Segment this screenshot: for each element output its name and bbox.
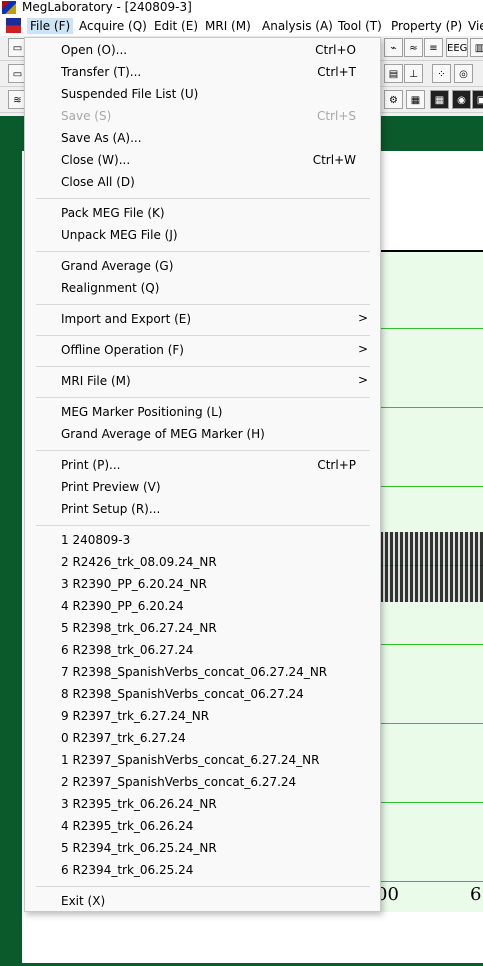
recent-file-item[interactable]: 2 R2426_trk_08.09.24_NR <box>25 551 380 573</box>
menu-separator <box>36 450 370 451</box>
menu-separator <box>36 525 370 526</box>
menu-separator <box>36 397 370 398</box>
eeg-button[interactable]: EEG <box>446 38 468 57</box>
waveform-trace <box>380 532 483 602</box>
menu-item-import-export[interactable]: Import and Export (E) > <box>25 308 380 330</box>
menu-item-exit[interactable]: Exit (X) <box>25 890 380 912</box>
x-tick-label: 6 <box>470 884 482 905</box>
target-icon[interactable]: ◎ <box>454 64 473 83</box>
settings-icon[interactable]: ⚙ <box>384 90 403 109</box>
gridline <box>380 407 483 408</box>
menu-item-realignment[interactable]: Realignment (Q) <box>25 277 380 299</box>
menu-item-unpack-meg-file[interactable]: Unpack MEG File (J) <box>25 224 380 246</box>
menu-acquire[interactable]: Acquire (Q) <box>76 18 150 34</box>
box-icon[interactable]: ▣ <box>472 90 483 109</box>
menu-analysis[interactable]: Analysis (A) <box>259 18 336 34</box>
menu-property[interactable]: Property (P) <box>388 18 465 34</box>
app-icon <box>2 1 16 14</box>
menu-tool[interactable]: Tool (T) <box>335 18 385 34</box>
menu-item-close-all[interactable]: Close All (D) <box>25 171 380 193</box>
menu-separator <box>36 198 370 199</box>
menu-separator <box>36 366 370 367</box>
recent-file-item[interactable]: 9 R2397_trk_6.27.24_NR <box>25 705 380 727</box>
layers-icon[interactable]: ▤ <box>384 64 403 83</box>
menu-item-save-as[interactable]: Save As (A)... <box>25 127 380 149</box>
gridline <box>380 486 483 487</box>
signal-icon[interactable]: ⌁ <box>384 38 403 57</box>
menu-item-offline-operation[interactable]: Offline Operation (F) > <box>25 339 380 361</box>
menu-separator <box>36 304 370 305</box>
menu-item-save[interactable]: Save (S) Ctrl+S <box>25 105 380 127</box>
menu-item-transfer[interactable]: Transfer (T)... Ctrl+T <box>25 61 380 83</box>
menu-item-grand-average[interactable]: Grand Average (G) <box>25 255 380 277</box>
axis-icon[interactable]: ⊥ <box>404 64 423 83</box>
chevron-right-icon: > <box>357 373 368 387</box>
recent-file-item[interactable]: 2 R2397_SpanishVerbs_concat_6.27.24 <box>25 771 380 793</box>
menu-file[interactable]: File (F) <box>27 18 74 34</box>
menu-separator <box>36 335 370 336</box>
menu-item-print-setup[interactable]: Print Setup (R)... <box>25 498 380 520</box>
gridline <box>380 644 483 645</box>
dial-icon[interactable]: ◉ <box>452 90 471 109</box>
recent-file-item[interactable]: 1 240809-3 <box>25 529 380 551</box>
recent-file-item[interactable]: 0 R2397_trk_6.27.24 <box>25 727 380 749</box>
recent-file-item[interactable]: 7 R2398_SpanishVerbs_concat_06.27.24_NR <box>25 661 380 683</box>
wave-icon[interactable]: ≈ <box>404 38 423 57</box>
menu-item-mri-file[interactable]: MRI File (M) > <box>25 370 380 392</box>
gridline <box>380 802 483 803</box>
chevron-right-icon: > <box>357 311 368 325</box>
menu-item-pack-meg-file[interactable]: Pack MEG File (K) <box>25 202 380 224</box>
recent-file-item[interactable]: 5 R2398_trk_06.27.24_NR <box>25 617 380 639</box>
recent-file-item[interactable]: 8 R2398_SpanishVerbs_concat_06.27.24 <box>25 683 380 705</box>
recent-file-item[interactable]: 4 R2390_PP_6.20.24 <box>25 595 380 617</box>
dots-icon[interactable]: ⁘ <box>432 64 451 83</box>
gridline <box>380 328 483 329</box>
grid-icon[interactable]: ▦ <box>406 90 425 109</box>
recent-file-item[interactable]: 6 R2398_trk_06.27.24 <box>25 639 380 661</box>
recent-file-item[interactable]: 6 R2394_trk_06.25.24 <box>25 859 380 881</box>
menu-view[interactable]: Vie <box>465 18 483 34</box>
window-title: MegLaboratory - [240809-3] <box>22 0 192 14</box>
gridline <box>380 723 483 724</box>
grid-dark-icon[interactable]: ▦ <box>430 90 449 109</box>
menu-item-meg-marker-positioning[interactable]: MEG Marker Positioning (L) <box>25 401 380 423</box>
recent-file-item[interactable]: 1 R2397_SpanishVerbs_concat_6.27.24_NR <box>25 749 380 771</box>
recent-file-item[interactable]: 5 R2394_trk_06.25.24_NR <box>25 837 380 859</box>
gridline <box>380 881 483 882</box>
title-bar: MegLaboratory - [240809-3] <box>0 0 483 16</box>
menu-bar: File (F) Acquire (Q) Edit (E) MRI (M) An… <box>0 16 483 36</box>
menu-item-open[interactable]: Open (O)... Ctrl+O <box>25 39 380 61</box>
menu-separator <box>36 886 370 887</box>
layout-icon[interactable]: ▥ <box>470 38 483 57</box>
menu-item-print-preview[interactable]: Print Preview (V) <box>25 476 380 498</box>
menu-separator <box>36 251 370 252</box>
menu-edit[interactable]: Edit (E) <box>151 18 201 34</box>
list-icon[interactable]: ≡ <box>424 38 443 57</box>
menu-item-print[interactable]: Print (P)... Ctrl+P <box>25 454 380 476</box>
chevron-right-icon: > <box>357 342 368 356</box>
menu-item-grand-average-meg-marker[interactable]: Grand Average of MEG Marker (H) <box>25 423 380 445</box>
menu-mri[interactable]: MRI (M) <box>202 18 254 34</box>
recent-file-item[interactable]: 4 R2395_trk_06.26.24 <box>25 815 380 837</box>
system-menu-icon[interactable] <box>6 18 21 33</box>
file-menu-dropdown: Open (O)... Ctrl+O Transfer (T)... Ctrl+T … <box>24 37 381 912</box>
menu-item-close[interactable]: Close (W)... Ctrl+W <box>25 149 380 171</box>
recent-file-item[interactable]: 3 R2390_PP_6.20.24_NR <box>25 573 380 595</box>
recent-file-item[interactable]: 3 R2395_trk_06.26.24_NR <box>25 793 380 815</box>
menu-item-suspended-file-list[interactable]: Suspended File List (U) <box>25 83 380 105</box>
